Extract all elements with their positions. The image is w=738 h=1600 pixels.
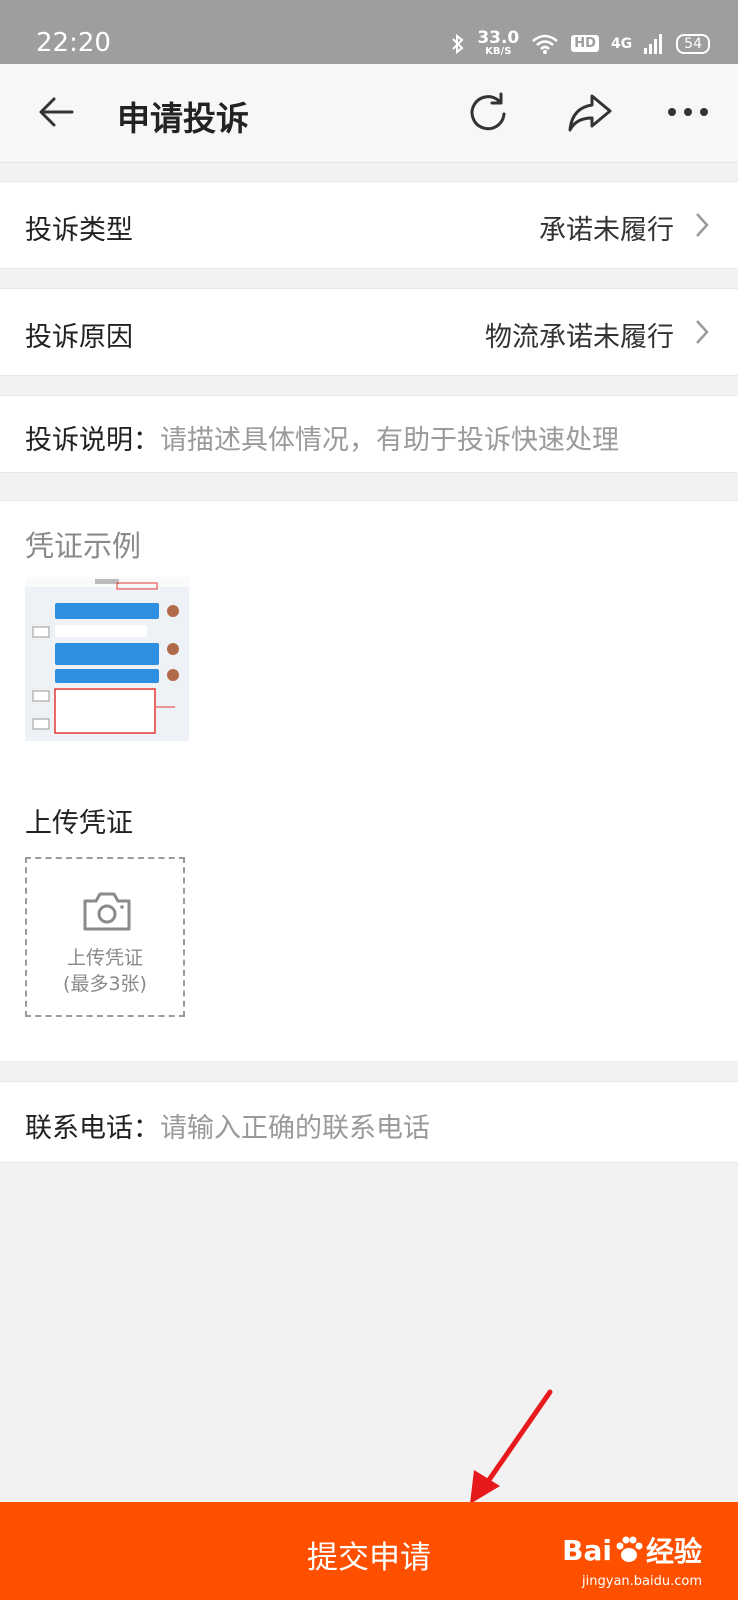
upload-box-limit: (最多3张) xyxy=(63,973,147,995)
upload-title: 上传凭证 xyxy=(25,808,133,839)
network-speed: 33.0 KB/S xyxy=(477,28,520,57)
description-placeholder: 请描述具体情况，有助于投诉快速处理 xyxy=(160,425,619,456)
back-arrow-icon[interactable] xyxy=(36,92,76,132)
description-field[interactable]: 投诉说明：请描述具体情况，有助于投诉快速处理 xyxy=(0,395,738,473)
description-field-content[interactable]: 投诉说明：请描述具体情况，有助于投诉快速处理 xyxy=(25,418,619,457)
bluetooth-icon xyxy=(452,33,464,54)
network-type: 4G xyxy=(610,35,633,52)
phone-placeholder: 请输入正确的联系电话 xyxy=(160,1113,430,1144)
status-bar: 22:20 33.0 KB/S HD 4G 54 xyxy=(0,0,738,64)
submit-button[interactable]: 提交申请 Bai 经验 jingyan.baidu.com xyxy=(0,1502,738,1600)
phone-field-content[interactable]: 联系电话：请输入正确的联系电话 xyxy=(25,1106,430,1145)
status-time: 22:20 xyxy=(36,28,111,58)
chevron-right-icon xyxy=(696,320,709,344)
hd-badge: HD xyxy=(571,35,599,52)
complaint-reason-label: 投诉原因 xyxy=(25,322,133,353)
evidence-section: 凭证示例 上传凭证 上传凭证 (最多3张) xyxy=(0,500,738,1062)
complaint-type-row[interactable]: 投诉类型 承诺未履行 xyxy=(0,181,738,269)
annotation-arrow-icon xyxy=(470,1389,553,1504)
share-icon[interactable] xyxy=(566,92,614,134)
signal-icon xyxy=(644,33,663,54)
description-label: 投诉说明： xyxy=(25,425,160,456)
watermark-brand: Bai xyxy=(562,1533,612,1567)
chat-screenshot-thumbnail xyxy=(25,577,189,734)
complaint-type-value: 承诺未履行 xyxy=(539,215,674,246)
complaint-reason-row[interactable]: 投诉原因 物流承诺未履行 xyxy=(0,288,738,376)
wifi-icon xyxy=(532,34,559,54)
more-icon[interactable] xyxy=(666,104,710,120)
page-title: 申请投诉 xyxy=(117,99,249,138)
phone-field[interactable]: 联系电话：请输入正确的联系电话 xyxy=(0,1081,738,1163)
evidence-example-image[interactable] xyxy=(25,577,189,741)
battery-icon: 54 xyxy=(676,33,710,54)
paw-logo-icon xyxy=(616,1536,643,1562)
watermark-brand2: 经验 xyxy=(645,1535,702,1568)
baidu-watermark: Bai 经验 jingyan.baidu.com xyxy=(562,1530,702,1590)
camera-icon xyxy=(83,892,131,931)
complaint-reason-value: 物流承诺未履行 xyxy=(485,322,674,353)
phone-label: 联系电话： xyxy=(25,1113,160,1144)
complaint-type-label: 投诉类型 xyxy=(25,215,133,246)
upload-box-label: 上传凭证 xyxy=(66,947,143,969)
chevron-right-icon xyxy=(696,213,709,237)
evidence-example-title: 凭证示例 xyxy=(25,529,142,563)
watermark-url: jingyan.baidu.com xyxy=(582,1574,702,1589)
refresh-icon[interactable] xyxy=(466,90,512,136)
status-icons: 33.0 KB/S HD 4G 54 xyxy=(451,30,710,57)
upload-evidence-button[interactable]: 上传凭证 (最多3张) xyxy=(25,857,185,1017)
nav-bar: 申请投诉 xyxy=(0,64,738,163)
